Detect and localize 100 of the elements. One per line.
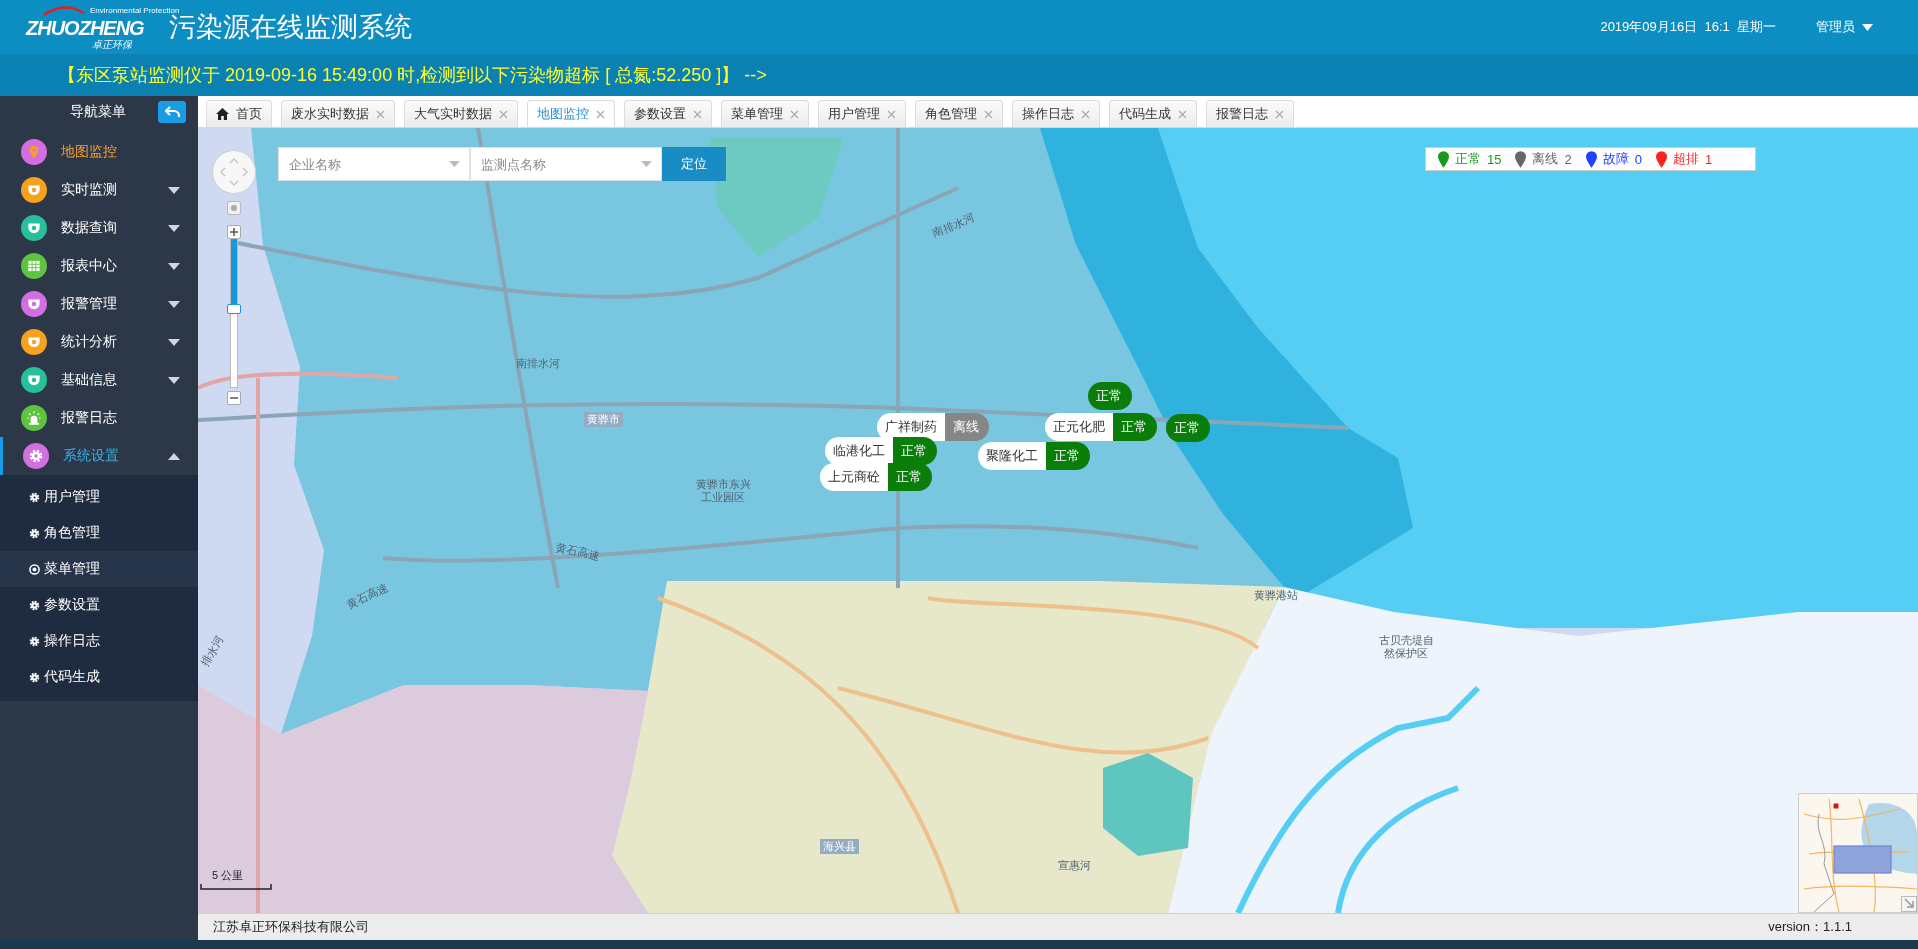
close-icon[interactable] [1081, 109, 1090, 119]
status-tag[interactable]: 正常 [1166, 414, 1210, 442]
submenu-item[interactable]: 参数设置 [0, 587, 198, 623]
tab[interactable]: 用户管理 [818, 100, 906, 127]
tab[interactable]: 参数设置 [624, 100, 712, 127]
status-tag[interactable]: 离线 [945, 413, 989, 441]
menu-item[interactable]: 报警管理 [0, 285, 198, 323]
submenu-item[interactable]: 操作日志 [0, 623, 198, 659]
status-tag[interactable]: 正常 [888, 463, 932, 491]
marker-label[interactable]: 上元商砼 [820, 463, 888, 491]
minimap-toggle-button[interactable] [1901, 896, 1917, 912]
arrow-icon [1903, 897, 1915, 909]
legend-count: 0 [1634, 151, 1642, 167]
menu-item[interactable]: 报警日志 [0, 399, 198, 437]
collapse-button[interactable] [158, 101, 186, 123]
close-icon[interactable] [596, 109, 605, 119]
user-menu[interactable]: 管理员 [1816, 18, 1873, 36]
tab[interactable]: 地图监控 [527, 100, 615, 127]
caret-icon [168, 186, 180, 194]
status-tag[interactable]: 正常 [893, 437, 937, 465]
caret-icon [168, 262, 180, 270]
legend-label: 正常 [1455, 150, 1481, 168]
menu-item[interactable]: 报表中心 [0, 247, 198, 285]
map-place-label: 黄骅港站 [1254, 588, 1298, 603]
map-place-label: 黄骅市 [584, 412, 623, 427]
close-icon[interactable] [376, 109, 385, 119]
close-icon[interactable] [693, 109, 702, 119]
minus-icon [230, 394, 238, 402]
legend-label: 超排 [1672, 150, 1699, 168]
caret-icon [1862, 23, 1873, 31]
caret-icon [168, 224, 180, 232]
close-icon[interactable] [984, 109, 993, 119]
nav-menu-title: 导航菜单 [70, 103, 126, 121]
logo-swoosh-icon [42, 5, 86, 16]
map-place-label: 黄石高速 [554, 540, 601, 564]
map-place-label: 南排水河 [930, 210, 977, 241]
plus-icon [230, 228, 238, 236]
tab[interactable]: 角色管理 [915, 100, 1003, 127]
close-icon[interactable] [887, 109, 896, 119]
tab[interactable]: 废水实时数据 [281, 100, 395, 127]
radio-dot-icon [28, 562, 41, 576]
caret-icon [168, 452, 180, 460]
scale-bar [200, 884, 272, 890]
menu-item[interactable]: 数据查询 [0, 209, 198, 247]
map-place-label: 排水河 [198, 633, 227, 670]
gear-icon [28, 634, 41, 648]
menu-item[interactable]: 地图监控 [0, 133, 198, 171]
map-place-label: 黄骅市东兴工业园区 [695, 478, 751, 504]
logo-text: ZHUOZHENG [26, 17, 144, 40]
status-tag[interactable]: 正常 [1046, 442, 1090, 470]
zoom-slider[interactable] [230, 238, 238, 388]
gear-icon [28, 526, 41, 540]
submenu-item[interactable]: 代码生成 [0, 659, 198, 695]
caret-icon [168, 300, 180, 308]
gear-icon [28, 598, 41, 612]
status-tag[interactable]: 正常 [1113, 413, 1157, 441]
submenu-item[interactable]: 用户管理 [0, 479, 198, 515]
legend-label: 离线 [1532, 150, 1559, 168]
caret-icon [168, 338, 180, 346]
marker-label[interactable]: 正元化肥 [1045, 413, 1113, 441]
close-icon[interactable] [1275, 109, 1284, 119]
legend-count: 1 [1704, 151, 1713, 167]
marker-label[interactable]: 聚隆化工 [978, 442, 1046, 470]
tab[interactable]: 代码生成 [1109, 100, 1197, 127]
alert-message: 【东区泵站监测仪于 2019-09-16 15:49:00 时,检测到以下污染物超标 [ 总氮:52.250 ]】 --> [58, 64, 767, 87]
tab[interactable]: 首页 [206, 100, 272, 127]
locate-button[interactable]: 定位 [662, 147, 726, 181]
tab[interactable]: 菜单管理 [721, 100, 809, 127]
submenu-item[interactable]: 菜单管理 [0, 551, 198, 587]
marker-label[interactable]: 临港化工 [825, 437, 893, 465]
submenu-item[interactable]: 角色管理 [0, 515, 198, 551]
tab[interactable]: 报警日志 [1206, 100, 1294, 127]
status-tag[interactable]: 正常 [1088, 382, 1132, 410]
slider-thumb[interactable] [227, 303, 241, 314]
legend-count: 2 [1564, 151, 1572, 167]
map-place-label: 古贝壳堤自然保护区 [1378, 634, 1434, 660]
zoom-in-button[interactable] [227, 225, 241, 239]
menu-item[interactable]: 基础信息 [0, 361, 198, 399]
station-select[interactable]: 监测点名称 [470, 147, 662, 181]
legend-count: 15 [1487, 151, 1502, 167]
locate-me-button[interactable] [227, 201, 241, 215]
tab[interactable]: 操作日志 [1012, 100, 1100, 127]
menu-item[interactable]: 统计分析 [0, 323, 198, 361]
map-place-label: 黄石高速 [344, 580, 392, 613]
close-icon[interactable] [1178, 109, 1187, 119]
map-place-label: 海兴县 [820, 839, 859, 854]
gear-icon [28, 490, 41, 504]
caret-icon [641, 161, 652, 167]
close-icon[interactable] [790, 109, 799, 119]
caret-icon [168, 376, 180, 384]
zoom-out-button[interactable] [227, 391, 241, 405]
tab[interactable]: 大气实时数据 [404, 100, 518, 127]
legend-label: 故障 [1602, 150, 1629, 168]
map-place-label: 南排水河 [516, 356, 560, 371]
company-select[interactable]: 企业名称 [278, 147, 470, 181]
menu-item[interactable]: 实时监测 [0, 171, 198, 209]
gear-icon [28, 670, 41, 684]
version-text: version：1.1.1 [1768, 918, 1852, 936]
date-time: 2019年09月16日 16:1 星期一 [1600, 18, 1776, 36]
close-icon[interactable] [499, 109, 508, 119]
